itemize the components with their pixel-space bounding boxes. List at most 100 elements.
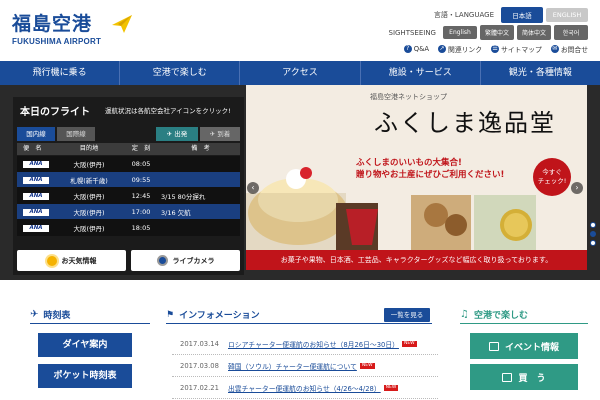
sightseeing-traditional-chinese-button[interactable]: 繁體中文 xyxy=(480,25,514,40)
banner-tagline-line-1: ふくしまのいいもの大集合! xyxy=(356,158,462,168)
slider-next-arrow-icon[interactable]: › xyxy=(571,182,583,194)
pocket-timetable-button[interactable]: ポケット時刻表 xyxy=(38,364,132,388)
timetable-underline xyxy=(30,323,150,324)
news-link[interactable]: ロシアチャーター便運航のお知らせ（8月26日〜30日） xyxy=(228,339,399,349)
live-camera-button[interactable]: ライブカメラ xyxy=(131,250,240,271)
nav-item-enjoy[interactable]: 空港で楽しむ xyxy=(120,61,241,85)
related-links-label: 関連リンク xyxy=(448,46,483,54)
new-badge: NEW xyxy=(359,362,375,369)
language-switcher: 言語・LANGUAGE 日本語 ENGLISH xyxy=(434,7,588,23)
list-item[interactable]: 2017.02.21 出雲チャーター便運航のお知らせ（4/26〜4/28） NE… xyxy=(172,377,438,399)
calendar-icon xyxy=(488,341,499,351)
event-info-label: イベント情報 xyxy=(504,342,559,353)
plane-logo-icon xyxy=(112,15,132,33)
tab-arrivals[interactable]: ✈ 到着 xyxy=(200,127,240,141)
sightseeing-label: SIGHTSEEING xyxy=(388,28,437,37)
information-underline xyxy=(166,323,432,324)
new-badge: NEW xyxy=(383,384,399,391)
nav-item-sightseeing[interactable]: 観光・各種情報 xyxy=(481,61,600,85)
new-badge: NEW xyxy=(401,340,417,347)
related-links-link[interactable]: ↗ 関連リンク xyxy=(438,44,482,54)
flight-title: 本日のフライト xyxy=(20,107,90,118)
news-date: 2017.02.21 xyxy=(180,383,219,392)
sitemap-link[interactable]: ☰ サイトマップ xyxy=(491,44,542,54)
sightseeing-simplified-chinese-button[interactable]: 简体中文 xyxy=(517,25,551,40)
tab-international[interactable]: 国際線 xyxy=(57,127,95,141)
note-cell: 3/16 欠航 xyxy=(161,208,191,217)
list-item[interactable]: 2017.03.14 ロシアチャーター便運航のお知らせ（8月26日〜30日） N… xyxy=(172,333,438,355)
time-cell: 17:00 xyxy=(131,207,151,216)
ana-logo-icon[interactable]: ANA xyxy=(23,193,49,200)
note-cell: 3/15 80分遅れ xyxy=(161,192,206,201)
sightseeing-english-button[interactable]: English xyxy=(443,26,477,39)
contact-link[interactable]: ✉ お問合せ xyxy=(550,44,588,54)
nav-item-facilities[interactable]: 施設・サービス xyxy=(361,61,481,85)
airline-cell: ANA xyxy=(17,175,57,184)
tab-departures[interactable]: ✈ 出発 xyxy=(156,127,198,141)
enjoy-heading-label: 空港で楽しむ xyxy=(473,311,528,321)
time-cell: 08:05 xyxy=(131,159,151,168)
list-item[interactable]: 2017.03.08 韓国（ソウル）チャーター便運航について NEW xyxy=(172,355,438,377)
table-row: ANA 札幌(新千歳) 09:55 xyxy=(17,172,240,188)
enjoy-underline xyxy=(460,323,588,324)
link-icon: ↗ xyxy=(438,45,447,53)
flight-table-header: 便 名 目的地 定 刻 備 考 xyxy=(17,143,240,155)
time-cell: 12:45 xyxy=(131,191,151,200)
ana-logo-icon[interactable]: ANA xyxy=(23,209,49,216)
banner-tagline: ふくしまのいいもの大集合! 贈り物やお土産にぜひご利用ください! xyxy=(356,157,504,181)
sightseeing-korean-button[interactable]: 한국어 xyxy=(554,25,588,40)
utility-links: ? Q&A ↗ 関連リンク ☰ サイトマップ ✉ お問合せ xyxy=(403,44,588,54)
col-destination: 目的地 xyxy=(79,145,99,152)
slider-dots xyxy=(590,222,596,246)
slider-dot[interactable] xyxy=(590,240,596,246)
ana-logo-icon[interactable]: ANA xyxy=(23,177,49,184)
col-time: 定 刻 xyxy=(131,145,151,152)
tab-domestic[interactable]: 国内線 xyxy=(17,127,55,141)
tab-departures-label: 出発 xyxy=(174,130,188,138)
slider-dot[interactable] xyxy=(590,222,596,228)
col-flight: 便 名 xyxy=(23,145,42,152)
table-row: ANA 大阪(伊丹) 17:00 3/16 欠航 xyxy=(17,204,240,220)
flight-panel: 本日のフライト 運航状況は各航空会社アイコンをクリック! 国内線 国際線 ✈ 出… xyxy=(13,97,244,275)
view-all-button[interactable]: 一覧を見る xyxy=(384,308,430,322)
news-date: 2017.03.14 xyxy=(180,339,219,348)
destination-cell: 大阪(伊丹) xyxy=(73,208,105,217)
col-note: 備 考 xyxy=(191,145,210,152)
nav-item-boarding[interactable]: 飛行機に乗る xyxy=(0,61,121,85)
check-now-badge[interactable]: 今すぐ チェック! xyxy=(533,158,571,196)
shopping-button[interactable]: 買 う xyxy=(470,364,578,390)
sitemap-icon: ☰ xyxy=(491,45,500,53)
site-logo[interactable]: 福島空港 FUKUSHIMA AIRPORT xyxy=(12,9,132,46)
slider-prev-arrow-icon[interactable]: ‹ xyxy=(247,182,259,194)
lang-english-button[interactable]: ENGLISH xyxy=(546,8,588,22)
information-heading-label: インフォメーション xyxy=(179,311,260,321)
tab-arrivals-label: 到着 xyxy=(217,130,231,138)
news-date: 2017.03.08 xyxy=(180,361,219,370)
sitemap-label: サイトマップ xyxy=(501,46,542,54)
qa-link[interactable]: ? Q&A xyxy=(403,45,430,53)
weather-button[interactable]: お天気情報 xyxy=(17,250,126,271)
lang-japanese-button[interactable]: 日本語 xyxy=(501,7,543,23)
nav-item-access[interactable]: アクセス xyxy=(240,61,361,85)
qa-link-label: Q&A xyxy=(413,45,430,53)
schedule-button[interactable]: ダイヤ案内 xyxy=(38,333,132,357)
music-note-icon: ♫ xyxy=(460,309,469,320)
event-info-button[interactable]: イベント情報 xyxy=(470,333,578,359)
timetable-heading: ✈ 時刻表 xyxy=(30,308,70,321)
promo-banner[interactable]: 福島空港ネットショップ ふくしま逸品堂 ふくしまのいいもの大集合! 贈り物やお土… xyxy=(246,85,587,270)
table-row: ANA 大阪(伊丹) 08:05 xyxy=(17,156,240,172)
plane-icon: ✈ xyxy=(30,309,39,320)
mail-icon: ✉ xyxy=(550,45,559,53)
table-row: ANA 大阪(伊丹) 18:05 xyxy=(17,220,240,236)
time-cell: 18:05 xyxy=(131,223,151,232)
news-link[interactable]: 韓国（ソウル）チャーター便運航について xyxy=(228,361,357,371)
news-link[interactable]: 出雲チャーター便運航のお知らせ（4/26〜4/28） xyxy=(228,383,381,393)
ana-logo-icon[interactable]: ANA xyxy=(23,225,49,232)
weather-label: お天気情報 xyxy=(61,256,97,265)
airline-cell: ANA xyxy=(17,191,57,200)
shopping-bag-icon xyxy=(502,372,513,382)
badge-line-1: 今すぐ xyxy=(542,168,562,176)
ana-logo-icon[interactable]: ANA xyxy=(23,161,49,168)
destination-cell: 大阪(伊丹) xyxy=(73,224,105,233)
slider-dot-active[interactable] xyxy=(590,231,596,237)
